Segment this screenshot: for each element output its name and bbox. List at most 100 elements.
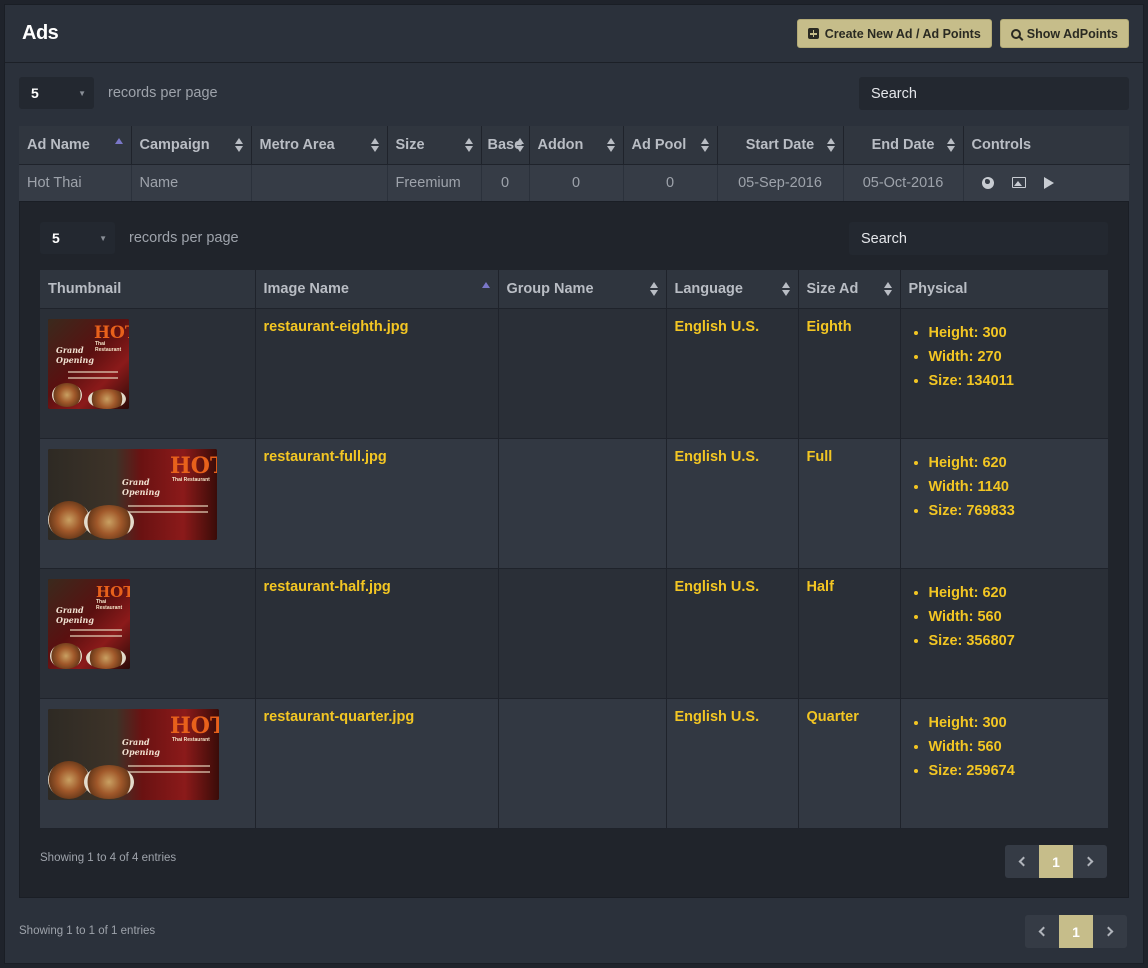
cell-group-name <box>498 698 667 829</box>
thumbnail-image[interactable]: HOT Thai Restaurant Grand Opening <box>48 708 219 800</box>
table-row[interactable]: HOT Thai Restaurant Grand Opening restau… <box>40 308 1108 439</box>
chevron-right-icon <box>1103 926 1114 937</box>
inner-entries-info: Showing 1 to 4 of 4 entries <box>40 852 177 864</box>
prev-page-button[interactable] <box>1005 845 1039 878</box>
sort-icon <box>606 138 615 152</box>
cell-language: English U.S. <box>666 568 799 699</box>
cell-end-date: 05-Oct-2016 <box>843 164 964 201</box>
physical-width: Width: 560 <box>929 605 1101 629</box>
cell-thumbnail: HOT Thai Restaurant Grand Opening <box>40 698 256 829</box>
prev-page-button[interactable] <box>1025 915 1059 948</box>
cell-image-name: restaurant-eighth.jpg <box>255 308 499 439</box>
col-image-name[interactable]: Image Name <box>255 270 499 309</box>
cell-ad-pool: 0 <box>623 164 718 201</box>
sort-icon <box>464 138 473 152</box>
physical-size: Size: 259674 <box>929 759 1101 783</box>
page-button[interactable]: 1 <box>1059 915 1093 948</box>
cell-group-name <box>498 308 667 439</box>
show-adpoints-button[interactable]: Show AdPoints <box>999 19 1129 48</box>
ad-detail-panel: 5▼ records per page Thumbnail Image Name… <box>19 201 1129 898</box>
col-physical: Physical <box>900 270 1108 309</box>
globe-icon[interactable] <box>981 176 994 189</box>
col-start-date[interactable]: Start Date <box>717 126 844 165</box>
cell-metro-area <box>251 164 388 201</box>
col-size-ad[interactable]: Size Ad <box>798 270 901 309</box>
col-addon[interactable]: Addon <box>529 126 624 165</box>
search-icon <box>1010 28 1021 39</box>
cell-size-ad: Full <box>798 438 901 569</box>
ads-table: Ad Name Campaign Metro Area Size Base Ad… <box>19 126 1130 201</box>
physical-height: Height: 620 <box>929 581 1101 605</box>
col-base[interactable]: Base <box>481 126 530 165</box>
chevron-right-icon <box>1083 856 1094 867</box>
page-button[interactable]: 1 <box>1039 845 1073 878</box>
cell-physical: Height: 300 Width: 560 Size: 259674 <box>900 698 1108 829</box>
col-metro-area[interactable]: Metro Area <box>251 126 388 165</box>
image-icon[interactable] <box>1011 177 1026 189</box>
caret-down-icon: ▼ <box>99 233 107 243</box>
inner-pagination: 1 <box>1005 845 1107 878</box>
col-language[interactable]: Language <box>666 270 799 309</box>
physical-size: Size: 769833 <box>929 499 1101 523</box>
cell-base: 0 <box>481 164 530 201</box>
chevron-left-icon <box>1038 926 1049 937</box>
sort-asc-icon <box>114 138 123 144</box>
sort-icon <box>700 138 709 152</box>
col-campaign[interactable]: Campaign <box>131 126 252 165</box>
outer-search-input[interactable] <box>859 77 1129 110</box>
cell-size: Freemium <box>387 164 482 201</box>
page-title: Ads <box>22 22 59 44</box>
cell-campaign: Name <box>131 164 252 201</box>
table-row[interactable]: HOT Thai Restaurant Grand Opening restau… <box>40 438 1108 569</box>
cell-size-ad: Half <box>798 568 901 699</box>
physical-size: Size: 356807 <box>929 629 1101 653</box>
thumbnail-image[interactable]: HOT Thai Restaurant Grand Opening <box>48 318 129 409</box>
physical-size: Size: 134011 <box>929 369 1101 393</box>
next-page-button[interactable] <box>1073 845 1107 878</box>
cell-group-name <box>498 568 667 699</box>
inner-search-input[interactable] <box>849 222 1108 255</box>
cell-image-name: restaurant-quarter.jpg <box>255 698 499 829</box>
cell-ad-name: Hot Thai <box>19 164 132 201</box>
physical-width: Width: 270 <box>929 345 1101 369</box>
panel-header: Ads Create New Ad / Ad Points Show AdPoi… <box>5 5 1143 63</box>
thumbnail-image[interactable]: HOT Thai Restaurant Grand Opening <box>48 578 130 669</box>
plus-square-icon <box>807 28 819 39</box>
next-page-button[interactable] <box>1093 915 1127 948</box>
sort-icon <box>649 282 658 296</box>
sort-icon <box>370 138 379 152</box>
cell-physical: Height: 300 Width: 270 Size: 134011 <box>900 308 1108 439</box>
table-row[interactable]: HOT Thai Restaurant Grand Opening restau… <box>40 568 1108 699</box>
inner-page-size-select[interactable]: 5 ▼ <box>40 222 115 254</box>
cell-language: English U.S. <box>666 308 799 439</box>
cell-size-ad: Quarter <box>798 698 901 829</box>
records-per-page-label: records per page <box>129 230 239 246</box>
col-size[interactable]: Size <box>387 126 482 165</box>
cell-thumbnail: HOT Thai Restaurant Grand Opening <box>40 308 256 439</box>
outer-entries-info: Showing 1 to 1 of 1 entries <box>19 925 156 937</box>
cell-language: English U.S. <box>666 438 799 569</box>
records-per-page-label: records per page <box>108 85 218 101</box>
images-table: Thumbnail Image Name Group Name Language… <box>40 270 1108 829</box>
create-ad-button[interactable]: Create New Ad / Ad Points <box>796 19 992 48</box>
thumbnail-image[interactable]: HOT Thai Restaurant Grand Opening <box>48 448 217 540</box>
sort-icon <box>883 282 892 296</box>
physical-height: Height: 300 <box>929 321 1101 345</box>
col-controls: Controls <box>963 126 1129 165</box>
physical-height: Height: 300 <box>929 711 1101 735</box>
physical-height: Height: 620 <box>929 451 1101 475</box>
cell-language: English U.S. <box>666 698 799 829</box>
sort-icon <box>234 138 243 152</box>
cell-physical: Height: 620 Width: 560 Size: 356807 <box>900 568 1108 699</box>
sort-icon <box>946 138 955 152</box>
col-ad-pool[interactable]: Ad Pool <box>623 126 718 165</box>
table-row[interactable]: HOT Thai Restaurant Grand Opening restau… <box>40 698 1108 829</box>
play-icon[interactable] <box>1043 176 1054 189</box>
col-end-date[interactable]: End Date <box>843 126 964 165</box>
sort-icon <box>515 138 524 152</box>
col-ad-name[interactable]: Ad Name <box>19 126 132 165</box>
col-group-name[interactable]: Group Name <box>498 270 667 309</box>
outer-page-size-select[interactable]: 5 ▼ <box>19 77 94 109</box>
table-row[interactable]: Hot Thai Name Freemium 0 0 0 05-Sep-2016… <box>19 164 1130 201</box>
cell-image-name: restaurant-half.jpg <box>255 568 499 699</box>
